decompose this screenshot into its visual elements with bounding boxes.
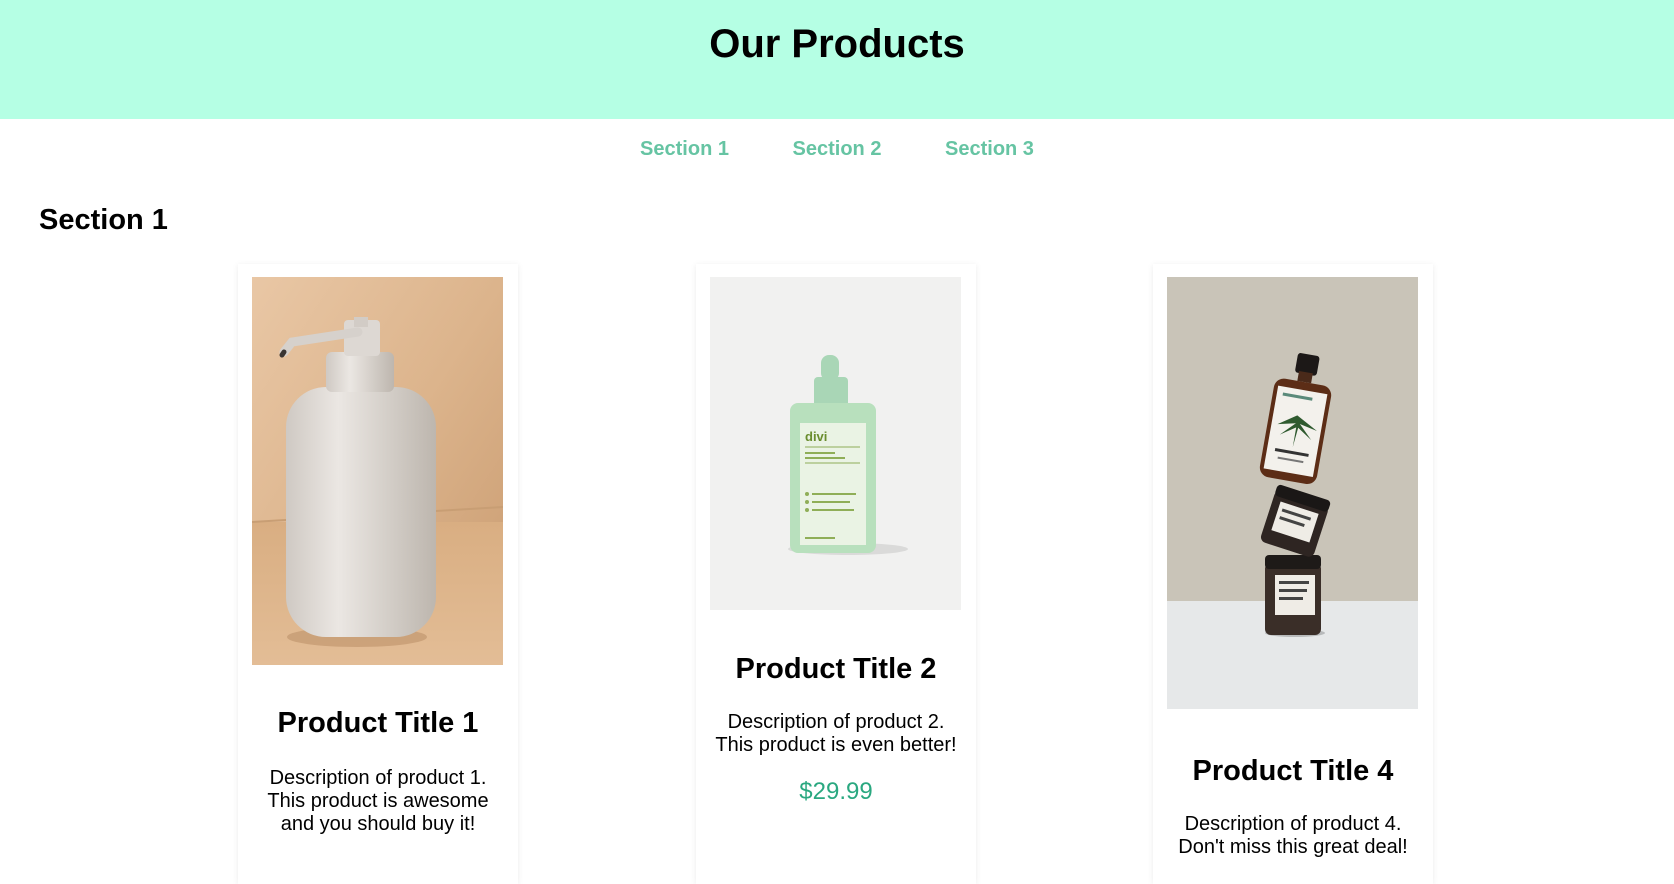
product-description: Description of product 4. Don't miss thi… [1178, 813, 1408, 858]
product-card-1: Product Title 1 Description of product 1… [238, 264, 518, 884]
section-nav: Section 1 Section 2 Section 3 [0, 134, 1674, 164]
section-heading: Section 1 [39, 204, 168, 236]
product-image [252, 277, 503, 665]
product-card-3: Product Title 4 Description of product 4… [1153, 264, 1433, 884]
product-card-2: divi Product Title 2 Description of prod… [696, 264, 976, 884]
product-image: divi [710, 277, 961, 610]
bottle-brand-label: divi [805, 429, 827, 444]
page-header: Our Products [0, 0, 1674, 119]
serum-bottle-image: divi [710, 277, 961, 610]
product-description: Description of product 2. This product i… [715, 711, 957, 756]
soap-dispenser-image [252, 277, 503, 665]
product-description: Description of product 1. This product i… [267, 767, 489, 835]
nav-link-section-3[interactable]: Section 3 [945, 134, 1034, 164]
nav-link-section-1[interactable]: Section 1 [640, 134, 729, 164]
product-title: Product Title 4 [1192, 755, 1394, 787]
product-price: $29.99 [799, 778, 873, 805]
nav-link-section-2[interactable]: Section 2 [793, 134, 882, 164]
product-title: Product Title 1 [277, 707, 479, 739]
page-title: Our Products [709, 22, 965, 66]
stacked-jars-image [1167, 277, 1418, 709]
product-title: Product Title 2 [735, 653, 937, 685]
product-image [1167, 277, 1418, 709]
